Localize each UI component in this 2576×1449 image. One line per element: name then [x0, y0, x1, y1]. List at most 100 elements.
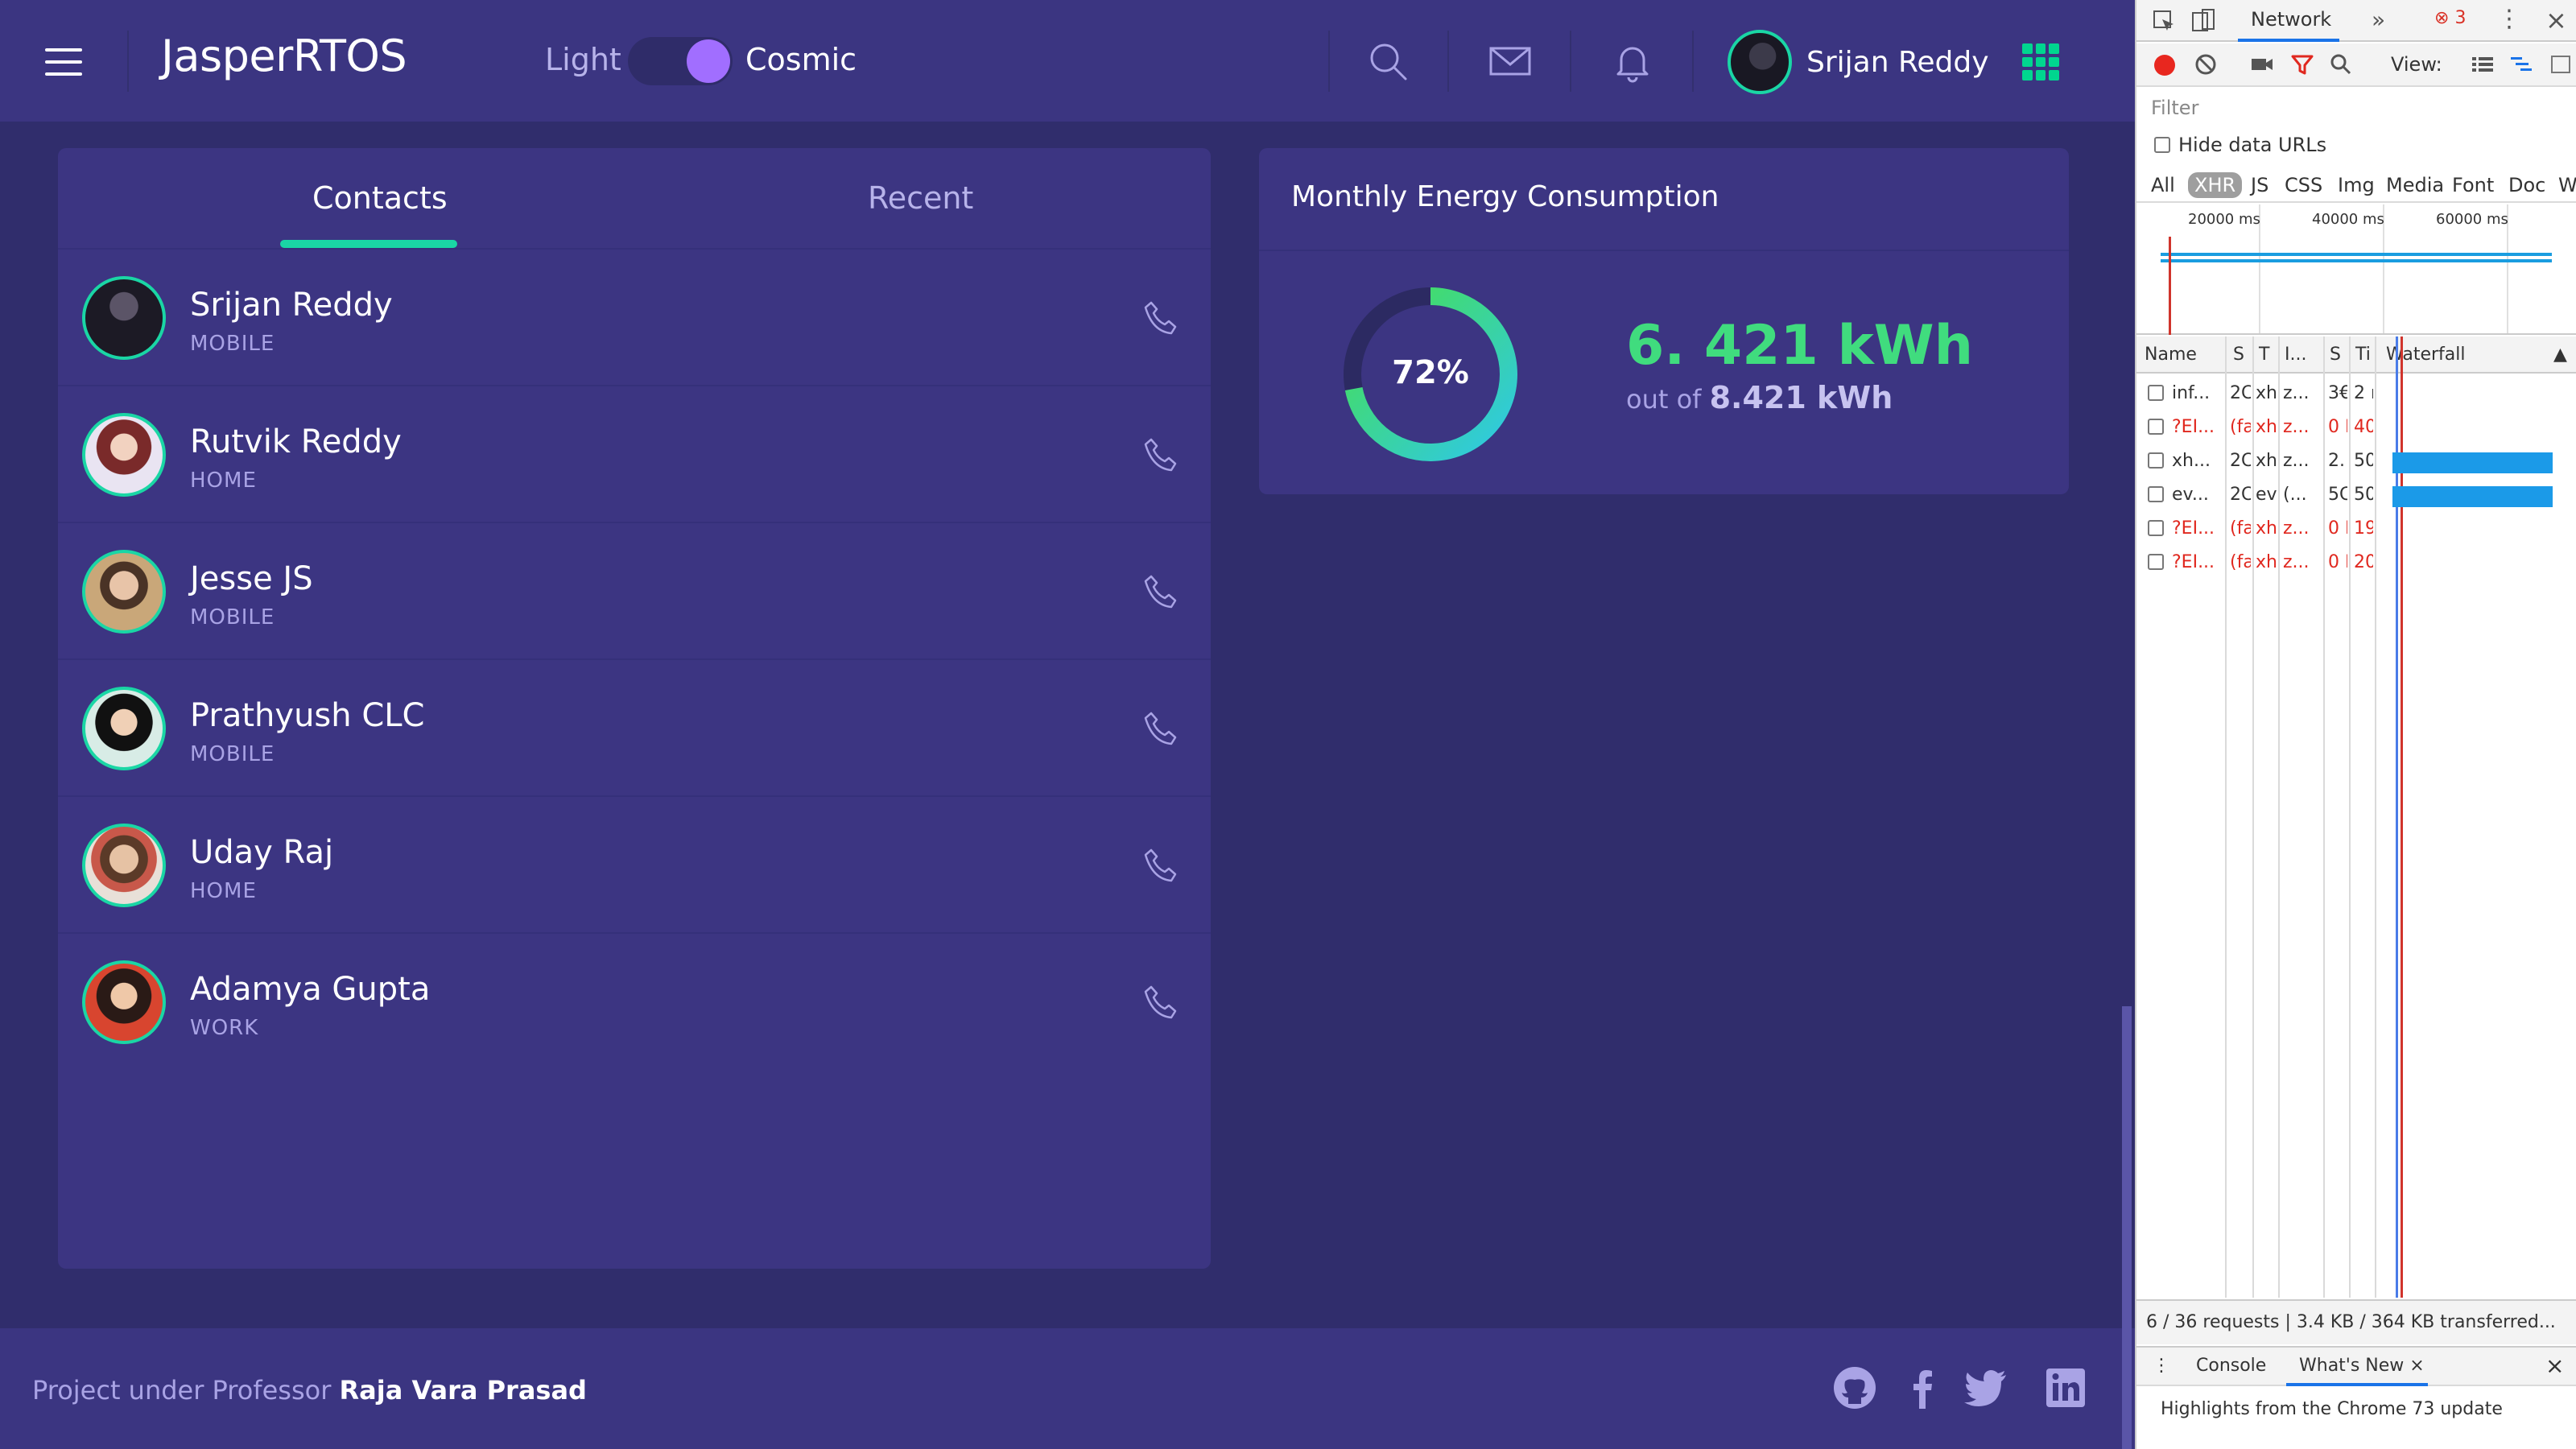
row-checkbox[interactable]	[2148, 385, 2164, 401]
phone-icon[interactable]	[1141, 573, 1179, 610]
search-icon[interactable]	[2328, 52, 2354, 77]
more-tabs-icon[interactable]: »	[2372, 6, 2385, 33]
type-xhr[interactable]: XHR	[2188, 172, 2243, 198]
donut-percent: 72%	[1392, 354, 1469, 391]
col-status[interactable]: S	[2233, 345, 2244, 365]
request-row[interactable]: ev... 2C ev (... 5C 50	[2136, 478, 2576, 512]
tab-contacts[interactable]: Contacts	[312, 180, 448, 216]
row-checkbox[interactable]	[2148, 452, 2164, 469]
overview-bar	[2161, 253, 2552, 256]
tab-network[interactable]: Network	[2251, 8, 2331, 31]
type-js[interactable]: JS	[2244, 172, 2275, 198]
app-logo[interactable]: JasperRTOS	[161, 31, 407, 81]
theme-toggle[interactable]	[628, 37, 733, 85]
row-checkbox[interactable]	[2148, 486, 2164, 502]
request-row[interactable]: ?EI... (faxh z... 0 I 20	[2136, 546, 2576, 580]
request-row[interactable]: ?EI... (faxh z... 0 I 40	[2136, 411, 2576, 444]
kebab-menu-icon[interactable]: ⋮	[2497, 5, 2521, 33]
contact-row[interactable]: Prathyush CLC MOBILE	[58, 660, 1211, 797]
user-menu[interactable]: Srijan Reddy	[1728, 30, 1989, 94]
network-overview[interactable]: 20000 ms 40000 ms 60000 ms	[2136, 204, 2576, 335]
contact-row[interactable]: Srijan Reddy MOBILE	[58, 250, 1211, 386]
col-size[interactable]: S	[2330, 345, 2341, 365]
cell-name: ?EI...	[2172, 518, 2215, 539]
devtools-panel: Network » ⊗ 3 ⋮ × View: Filter Hide data…	[2135, 0, 2576, 1449]
linkedin-icon[interactable]	[2041, 1364, 2090, 1412]
apps-grid-icon[interactable]	[2022, 43, 2059, 80]
row-checkbox[interactable]	[2148, 419, 2164, 435]
phone-icon[interactable]	[1141, 847, 1179, 884]
phone-icon[interactable]	[1141, 710, 1179, 747]
theme-light-label[interactable]: Light	[545, 42, 621, 77]
scrollbar[interactable]	[2122, 1006, 2132, 1449]
row-checkbox[interactable]	[2148, 554, 2164, 570]
drawer-tab-whats-new[interactable]: What's New ×	[2299, 1356, 2425, 1376]
device-toggle-icon[interactable]	[2191, 8, 2217, 34]
video-capture-icon[interactable]	[2249, 52, 2275, 77]
type-img[interactable]: Img	[2331, 172, 2381, 198]
type-media[interactable]: Media	[2380, 172, 2450, 198]
error-badge[interactable]: ⊗ 3	[2434, 8, 2466, 28]
filter-icon[interactable]	[2289, 52, 2315, 77]
waterfall-view-icon[interactable]	[2508, 52, 2534, 77]
cell-time: 20	[2354, 552, 2373, 572]
contact-row[interactable]: Jesse JS MOBILE	[58, 523, 1211, 660]
cell-status: 2C	[2230, 485, 2251, 505]
row-checkbox[interactable]	[2148, 520, 2164, 536]
screenshot-toggle-icon[interactable]	[2549, 52, 2574, 77]
cell-type: xh	[2256, 417, 2277, 437]
cell-initiator: z...	[2283, 451, 2310, 471]
search-icon[interactable]	[1365, 39, 1410, 84]
hide-data-urls-checkbox[interactable]	[2154, 137, 2170, 153]
clear-icon[interactable]	[2193, 52, 2219, 77]
type-font[interactable]: Font	[2446, 172, 2500, 198]
col-name[interactable]: Name	[2145, 345, 2197, 365]
filter-input[interactable]	[2145, 92, 2402, 124]
theme-cosmic-label[interactable]: Cosmic	[745, 42, 857, 77]
drawer-tab-console[interactable]: Console	[2196, 1356, 2266, 1376]
overview-label: 40000 ms	[2312, 211, 2384, 228]
contact-row[interactable]: Adamya Gupta WORK	[58, 934, 1211, 1071]
request-row[interactable]: xh... 2C xh z... 2. 50	[2136, 444, 2576, 478]
user-name: Srijan Reddy	[1806, 45, 1989, 79]
cell-initiator: z...	[2283, 383, 2310, 403]
contact-row[interactable]: Uday Raj HOME	[58, 797, 1211, 934]
sort-ascending-icon[interactable]: ▲	[2553, 345, 2567, 365]
mail-icon[interactable]	[1488, 39, 1533, 84]
contact-type: MOBILE	[190, 605, 275, 630]
contact-row[interactable]: Rutvik Reddy HOME	[58, 386, 1211, 523]
phone-icon[interactable]	[1141, 436, 1179, 473]
request-row[interactable]: ?EI... (faxh z... 0 I 19	[2136, 512, 2576, 546]
large-rows-icon[interactable]	[2470, 52, 2496, 77]
facebook-icon[interactable]	[1898, 1364, 1946, 1412]
menu-icon[interactable]	[45, 48, 82, 76]
cell-status: (fa	[2230, 552, 2251, 572]
drawer-menu-icon[interactable]: ⋮	[2153, 1356, 2170, 1376]
contact-avatar	[82, 960, 166, 1044]
drawer-header: ⋮ Console What's New × ×	[2136, 1346, 2576, 1386]
tab-recent[interactable]: Recent	[868, 180, 973, 216]
inspect-icon[interactable]	[2151, 8, 2177, 34]
cell-type: xh	[2256, 552, 2277, 572]
active-tab-indicator	[280, 240, 457, 248]
type-all[interactable]: All	[2145, 172, 2182, 198]
type-css[interactable]: CSS	[2278, 172, 2329, 198]
record-icon[interactable]	[2154, 55, 2175, 76]
github-icon[interactable]	[1831, 1364, 1879, 1412]
type-ws[interactable]: W	[2552, 172, 2576, 198]
out-of-value: 8.421 kWh	[1709, 380, 1893, 415]
twitter-icon[interactable]	[1961, 1364, 2009, 1412]
col-time[interactable]: Ti	[2355, 345, 2371, 365]
request-row[interactable]: inf... 2Cxh z... 3€ 2 r	[2136, 377, 2576, 411]
col-type[interactable]: T	[2259, 345, 2269, 365]
type-doc[interactable]: Doc	[2502, 172, 2552, 198]
bell-icon[interactable]	[1610, 39, 1655, 84]
avatar	[1728, 30, 1792, 94]
error-count: 3	[2454, 8, 2467, 28]
close-drawer-icon[interactable]: ×	[2545, 1352, 2564, 1379]
phone-icon[interactable]	[1141, 984, 1179, 1021]
close-tab-icon[interactable]: ×	[2409, 1356, 2424, 1376]
phone-icon[interactable]	[1141, 299, 1179, 336]
close-icon[interactable]: ×	[2545, 5, 2567, 35]
col-initiator[interactable]: I...	[2285, 345, 2306, 365]
